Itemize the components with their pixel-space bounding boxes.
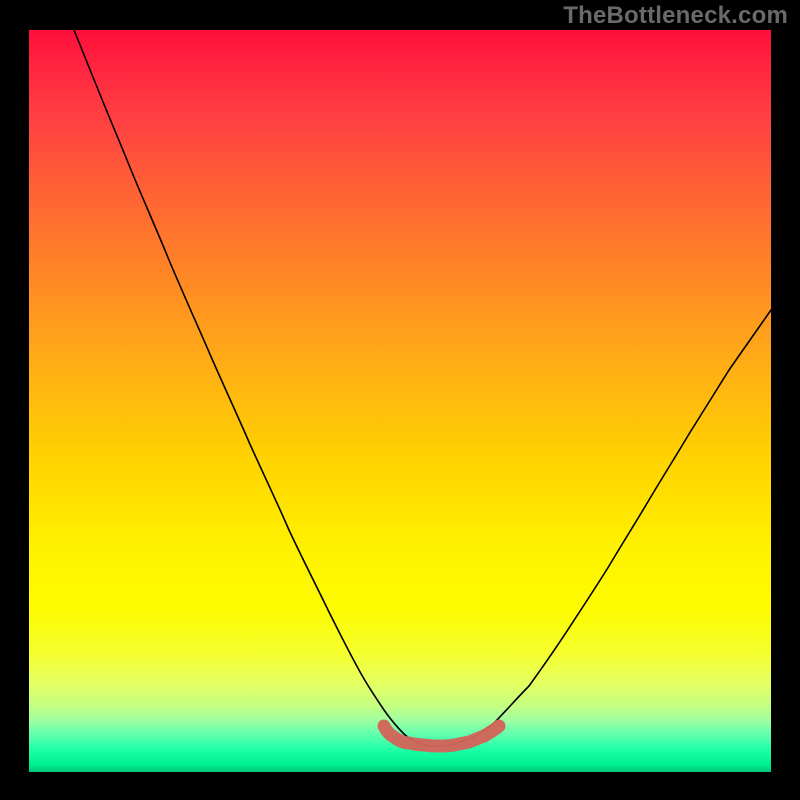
watermark-text: TheBottleneck.com [563,2,788,30]
bottom-marker [29,30,771,772]
bottom-marker-path [384,726,499,746]
plot-area [29,30,771,772]
chart-frame: TheBottleneck.com [0,0,800,800]
